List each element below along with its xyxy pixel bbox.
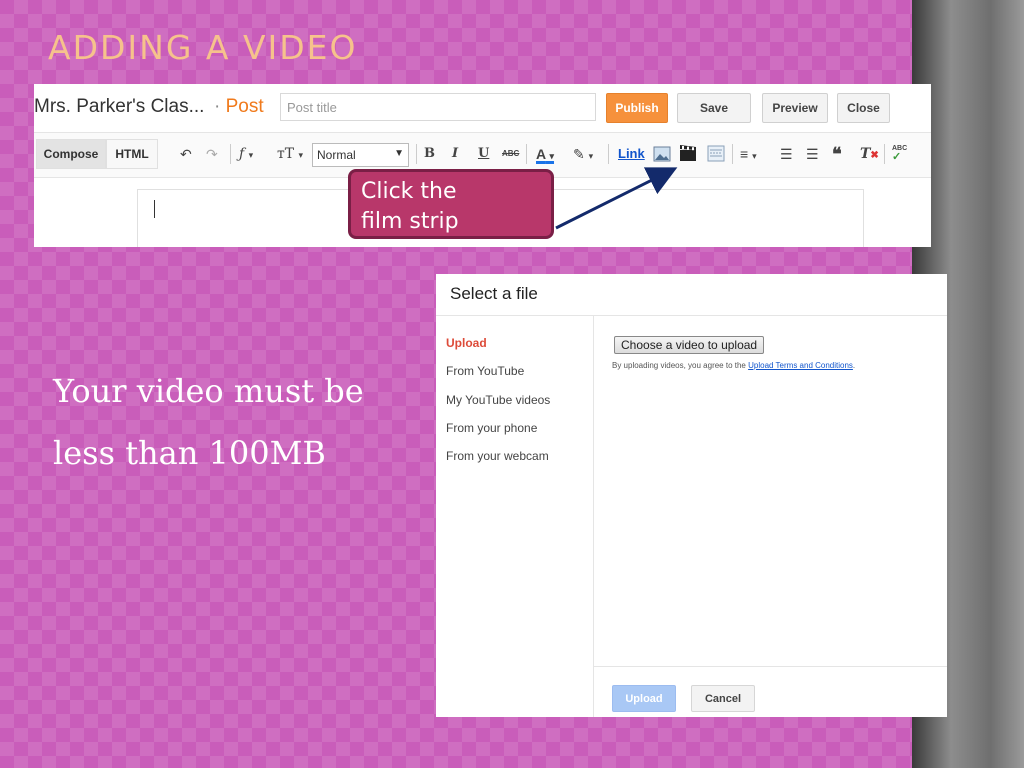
strikethrough-button[interactable]: ABC xyxy=(502,145,519,163)
body-line-1: Your video must be xyxy=(53,372,364,410)
image-icon[interactable] xyxy=(653,146,671,162)
quote-icon[interactable]: ❝ xyxy=(832,145,842,163)
toolbar-divider xyxy=(608,144,609,164)
font-icon[interactable]: ƒ ▾ xyxy=(239,145,253,165)
redo-icon[interactable]: ↷ xyxy=(206,145,218,163)
preview-button[interactable]: Preview xyxy=(762,93,828,123)
toolbar-divider xyxy=(732,144,733,164)
tab-html[interactable]: HTML xyxy=(106,139,158,169)
callout-line-2: film strip xyxy=(361,209,459,234)
cancel-button[interactable]: Cancel xyxy=(691,685,755,712)
choose-video-button[interactable]: Choose a video to upload xyxy=(614,336,765,354)
tab-compose[interactable]: Compose xyxy=(36,139,106,169)
undo-icon[interactable]: ↶ xyxy=(180,145,192,163)
save-button[interactable]: Save xyxy=(677,93,751,123)
font-size-icon[interactable]: тT ▾ xyxy=(277,145,303,165)
jump-break-icon[interactable] xyxy=(707,145,725,162)
video-icon[interactable] xyxy=(679,144,697,162)
toolbar-divider xyxy=(230,144,231,164)
body-line-2: less than 100MB xyxy=(53,434,326,472)
numbered-list-icon[interactable]: ☰ xyxy=(780,145,793,163)
publish-button[interactable]: Publish xyxy=(606,93,668,123)
callout-box: Click the film strip xyxy=(348,169,554,239)
highlight-icon[interactable]: ✎ ▾ xyxy=(573,145,593,165)
clear-formatting-icon[interactable]: T✖ xyxy=(860,145,879,165)
toolbar-divider xyxy=(526,144,527,164)
format-select[interactable]: Normal ▼ xyxy=(312,143,409,167)
align-icon[interactable]: ≡ ▾ xyxy=(740,145,757,165)
post-title-input[interactable] xyxy=(280,93,596,121)
link-button[interactable]: Link xyxy=(618,146,645,161)
nav-from-your-webcam[interactable]: From your webcam xyxy=(446,449,549,463)
chevron-down-icon: ▼ xyxy=(394,148,404,159)
toolbar-divider xyxy=(884,144,885,164)
dialog-footer-divider xyxy=(594,666,947,667)
nav-from-your-phone[interactable]: From your phone xyxy=(446,421,537,435)
upload-button[interactable]: Upload xyxy=(612,685,676,712)
body-text: Your video must be less than 100MB xyxy=(53,360,383,484)
dialog-title: Select a file xyxy=(450,284,538,303)
underline-button[interactable]: U xyxy=(478,145,489,163)
post-label: · Post xyxy=(214,96,264,117)
bullet-list-icon[interactable]: ☰ xyxy=(806,145,819,163)
blog-name[interactable]: Mrs. Parker's Clas... xyxy=(34,96,204,118)
nav-my-youtube-videos[interactable]: My YouTube videos xyxy=(446,393,550,407)
bold-button[interactable]: B xyxy=(424,145,435,163)
select-file-dialog: Select a file Upload From YouTube My You… xyxy=(436,274,947,717)
editor-header: Mrs. Parker's Clas... · Post Publish Sav… xyxy=(34,84,931,133)
close-button[interactable]: Close xyxy=(837,93,890,123)
italic-button[interactable]: I xyxy=(452,145,458,163)
nav-from-youtube[interactable]: From YouTube xyxy=(446,364,524,378)
dialog-sidebar: Upload From YouTube My YouTube videos Fr… xyxy=(436,316,594,717)
callout-line-1: Click the xyxy=(361,179,457,204)
upload-terms-link[interactable]: Upload Terms and Conditions xyxy=(748,361,853,370)
nav-upload[interactable]: Upload xyxy=(446,336,487,350)
upload-terms-text: By uploading videos, you agree to the Up… xyxy=(612,361,856,370)
spellcheck-icon[interactable]: ABC ✓ xyxy=(892,145,907,163)
toolbar-divider xyxy=(416,144,417,164)
slide-title: ADDING A VIDEO xyxy=(48,28,358,67)
text-cursor xyxy=(154,200,155,218)
text-color-icon[interactable]: A ▾ xyxy=(536,145,554,165)
